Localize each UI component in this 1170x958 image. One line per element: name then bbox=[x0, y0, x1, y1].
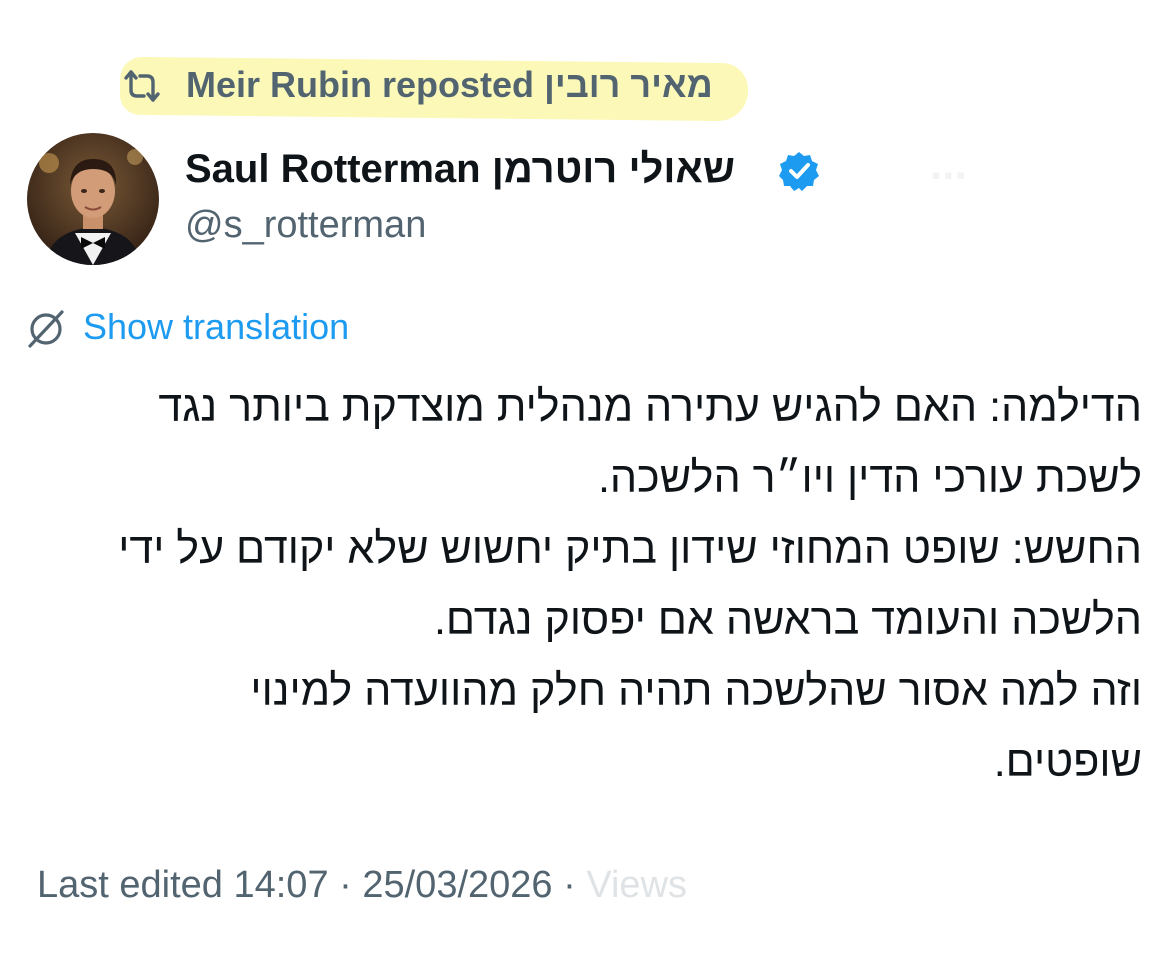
follow-button[interactable]: ... bbox=[930, 140, 967, 190]
repost-banner[interactable]: Meir Rubin reposted מאיר רובין bbox=[112, 50, 752, 122]
author-handle[interactable]: @s_rotterman bbox=[185, 204, 426, 247]
avatar[interactable] bbox=[27, 133, 159, 265]
meta-separator: · bbox=[339, 864, 352, 906]
tweet-line: וזה למה אסור שהלשכה תהיה חלק מהוועדה למי… bbox=[250, 667, 1142, 715]
tweet-date[interactable]: 25/03/2026 bbox=[362, 864, 552, 906]
tweet-line: הלשכה והעומד בראשה אם יפסוק נגדם. bbox=[433, 596, 1142, 644]
tweet-time[interactable]: 14:07 bbox=[233, 864, 328, 906]
tweet-line: הדילמה: האם להגיש עתירה מנהלית מוצדקת בי… bbox=[158, 383, 1142, 431]
edited-label[interactable]: Last edited bbox=[37, 864, 223, 906]
tweet-line: החשש: שופט המחוזי שידון בתיק יחשוש שלא י… bbox=[118, 525, 1142, 573]
avatar-photo bbox=[27, 133, 159, 265]
views-count[interactable]: Views bbox=[586, 864, 687, 906]
repost-label[interactable]: Meir Rubin reposted מאיר רובין bbox=[186, 64, 713, 106]
show-translation-label[interactable]: Show translation bbox=[83, 306, 349, 348]
meta-separator: · bbox=[563, 864, 576, 906]
show-translation-button[interactable]: Show translation bbox=[25, 306, 425, 352]
repost-icon bbox=[124, 70, 160, 102]
globe-icon bbox=[28, 310, 64, 348]
author-display-name[interactable]: Saul Rotterman שאולי רוטרמן bbox=[185, 147, 735, 192]
tweet-line: שופטים. bbox=[993, 738, 1142, 786]
tweet-text: הדילמה: האם להגיש עתירה מנהלית מוצדקת בי… bbox=[20, 372, 1142, 798]
tweet-metadata: Last edited 14:07 · 25/03/2026 · Views bbox=[37, 864, 687, 907]
tweet-line: לשכת עורכי הדין ויו״ר הלשכה. bbox=[597, 454, 1142, 502]
verified-badge-icon bbox=[779, 152, 819, 191]
